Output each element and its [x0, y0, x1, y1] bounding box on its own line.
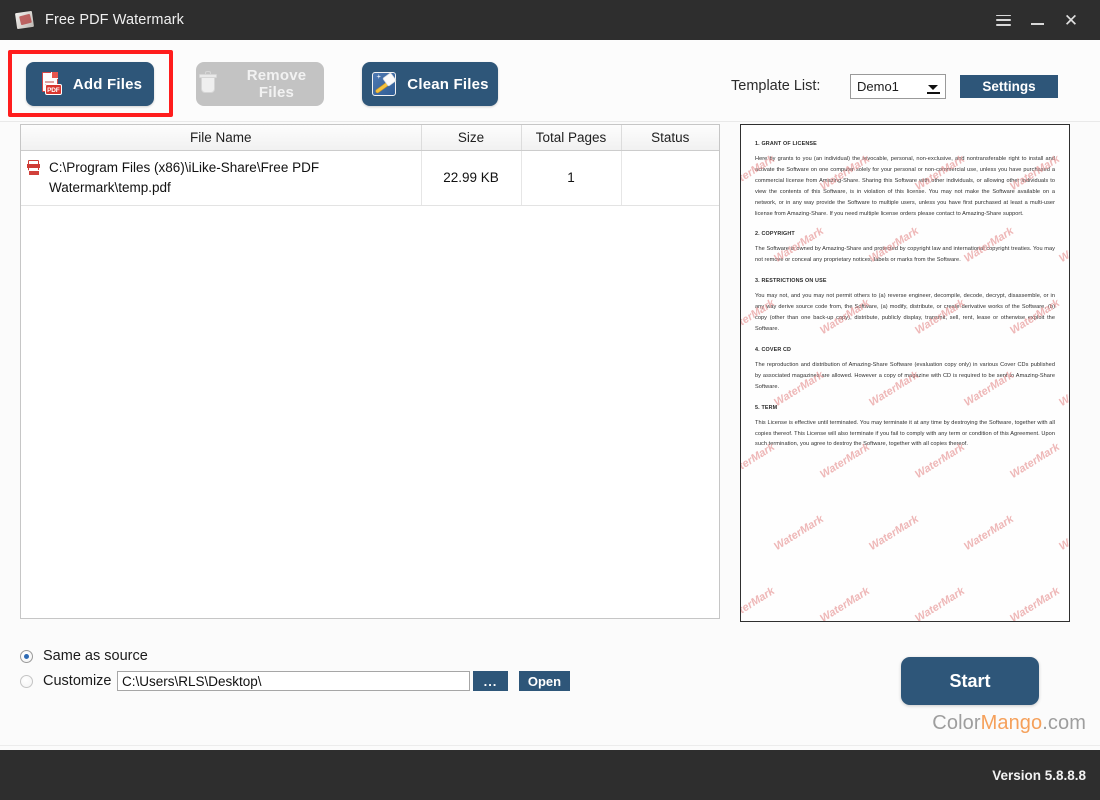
column-header-size[interactable]: Size: [421, 125, 522, 151]
radio-same-as-source[interactable]: [20, 649, 33, 663]
pdf-preview-panel[interactable]: 1. GRANT OF LICENSE Here by grants to yo…: [740, 124, 1070, 622]
hamburger-menu-icon[interactable]: [986, 0, 1020, 40]
cell-status: [621, 150, 719, 206]
table-row[interactable]: C:\Program Files (x86)\iLike-Share\Free …: [21, 150, 719, 206]
file-list-table: File Name Size Total Pages Status C:\Pro…: [21, 125, 719, 206]
file-list-panel: File Name Size Total Pages Status C:\Pro…: [20, 124, 720, 619]
remove-files-button[interactable]: Remove Files: [196, 62, 324, 106]
template-list-dropdown[interactable]: Demo1: [850, 74, 946, 99]
cell-size: 22.99 KB: [421, 150, 522, 206]
settings-button[interactable]: Settings: [960, 75, 1058, 98]
preview-paragraph: The Software is owned by Amazing-Share a…: [755, 246, 1055, 264]
preview-paragraph: This License is effective until terminat…: [755, 419, 1055, 448]
add-files-label: Add Files: [72, 75, 143, 93]
preview-heading: 4. COVER CD: [755, 346, 792, 353]
remove-files-label: Remove Files: [246, 67, 307, 101]
clean-files-label: Clean Files: [407, 75, 489, 93]
start-button[interactable]: Start: [901, 657, 1039, 705]
output-customize-option[interactable]: Customize: [20, 673, 112, 689]
status-bar: Version 5.8.8.8: [0, 750, 1100, 800]
brand-part-3: .com: [1042, 712, 1086, 734]
radio-customize[interactable]: [20, 674, 33, 688]
preview-paragraph: You may not, and you may not permit othe…: [755, 293, 1055, 332]
app-logo-icon: [14, 9, 36, 31]
preview-heading: 5. TERM: [755, 404, 778, 411]
cell-file-name: C:\Program Files (x86)\iLike-Share\Free …: [21, 150, 422, 206]
same-as-source-label: Same as source: [43, 648, 148, 664]
template-list-selected-value: Demo1: [857, 79, 899, 94]
add-files-button[interactable]: PDF Add Files: [26, 62, 154, 106]
chevron-down-icon: [928, 85, 938, 90]
version-label: Version 5.8.8.8: [992, 767, 1086, 783]
table-header-row: File Name Size Total Pages Status: [21, 125, 719, 151]
preview-heading: 2. COPYRIGHT: [755, 231, 795, 238]
application-window: Free PDF Watermark ✕ PDF Add Files Remov…: [0, 0, 1100, 800]
brand-part-2: Mango: [980, 712, 1043, 734]
minimize-icon[interactable]: [1020, 0, 1054, 40]
trash-icon: [196, 71, 220, 97]
broom-icon: [371, 71, 398, 97]
column-header-status[interactable]: Status: [621, 125, 719, 151]
close-icon[interactable]: ✕: [1054, 0, 1088, 40]
window-controls: ✕: [986, 0, 1100, 40]
footer-divider: [0, 745, 1100, 746]
pdf-file-icon: [27, 159, 42, 177]
output-path-input[interactable]: [117, 671, 470, 691]
output-same-as-source-option[interactable]: Same as source: [20, 648, 148, 664]
dropdown-underline: [927, 92, 940, 94]
preview-paragraph: Here by grants to you (an individual) th…: [755, 156, 1055, 217]
preview-heading: 3. RESTRICTIONS ON USE: [755, 278, 827, 285]
window-title: Free PDF Watermark: [45, 12, 185, 28]
customize-label: Customize: [43, 673, 112, 689]
preview-paragraph: The reproduction and distribution of Ama…: [755, 361, 1055, 390]
brand-part-1: Color: [932, 712, 981, 734]
add-pdf-icon: PDF: [38, 71, 64, 97]
title-bar: Free PDF Watermark ✕: [0, 0, 1100, 40]
clean-files-button[interactable]: Clean Files: [362, 62, 498, 106]
file-name-text: C:\Program Files (x86)\iLike-Share\Free …: [49, 159, 320, 195]
pdf-preview-page: 1. GRANT OF LICENSE Here by grants to yo…: [741, 125, 1069, 621]
cell-total-pages: 1: [521, 150, 622, 206]
column-header-total-pages[interactable]: Total Pages: [521, 125, 622, 151]
preview-heading: 1. GRANT OF LICENSE: [755, 141, 817, 147]
column-header-file-name[interactable]: File Name: [21, 125, 422, 151]
colormango-watermark: ColorMango.com: [932, 712, 1086, 735]
open-folder-button[interactable]: Open: [519, 671, 570, 691]
browse-button[interactable]: ...: [473, 671, 508, 691]
template-list-label: Template List:: [731, 78, 821, 94]
